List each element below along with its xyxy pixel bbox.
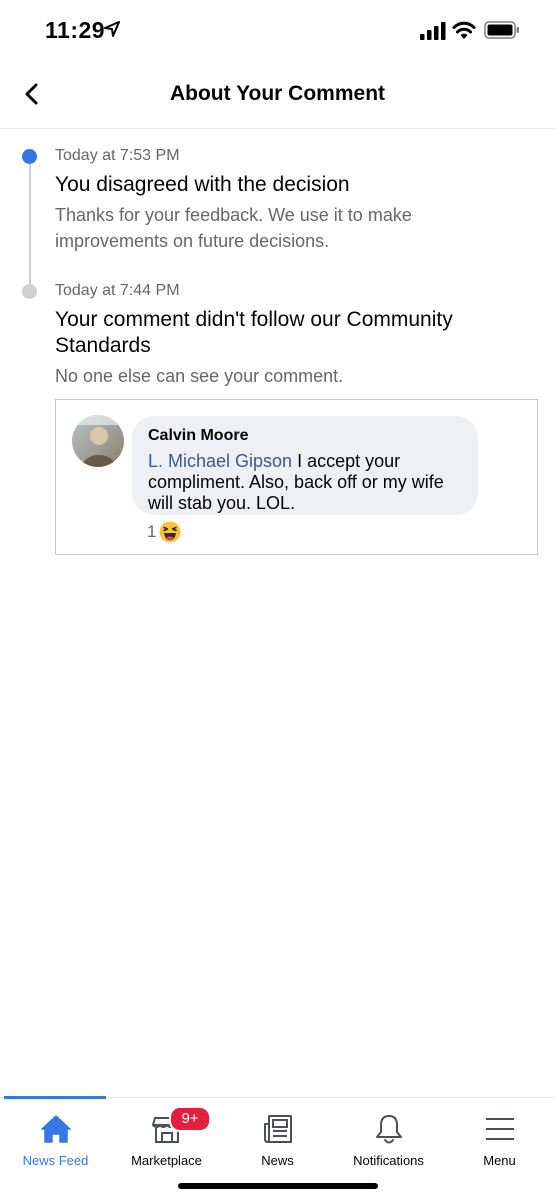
page-title: About Your Comment bbox=[169, 82, 386, 105]
status-time: 11:29 bbox=[45, 17, 106, 43]
home-indicator bbox=[178, 1183, 378, 1189]
comment-bubble: Calvin Moore L. Michael Gipson I accept … bbox=[132, 416, 478, 515]
comment-text: L. Michael Gipson I accept your complime… bbox=[148, 451, 468, 514]
timeline-entry-time: Today at 7:53 PM bbox=[55, 147, 180, 164]
tab-menu[interactable]: Menu bbox=[444, 1098, 555, 1178]
home-icon bbox=[40, 1115, 71, 1143]
comment-preview: Calvin Moore L. Michael Gipson I accept … bbox=[55, 399, 538, 555]
tab-label: News bbox=[261, 1153, 294, 1168]
timeline-dot-inactive bbox=[22, 284, 37, 299]
timeline-connector bbox=[29, 157, 31, 291]
comment-author[interactable]: Calvin Moore bbox=[148, 427, 248, 445]
timeline-entry-title: Your comment didn't follow our Community… bbox=[55, 308, 453, 357]
mention-link[interactable]: L. Michael Gipson bbox=[148, 451, 292, 471]
tab-label: Notifications bbox=[353, 1153, 424, 1168]
news-icon bbox=[263, 1115, 292, 1143]
hamburger-icon bbox=[485, 1118, 514, 1140]
tab-label: News Feed bbox=[22, 1153, 89, 1168]
notification-badge: 9+ bbox=[169, 1106, 211, 1132]
tab-marketplace[interactable]: 9+ Marketplace bbox=[111, 1098, 222, 1178]
tab-news-feed[interactable]: News Feed bbox=[0, 1098, 111, 1178]
tab-news[interactable]: News bbox=[222, 1098, 333, 1178]
timeline-entry-time: Today at 7:44 PM bbox=[55, 282, 180, 299]
tab-notifications[interactable]: Notifications bbox=[333, 1098, 444, 1178]
page-header: About Your Comment bbox=[0, 60, 555, 129]
reaction-count: 1 bbox=[147, 522, 157, 541]
tab-label: Marketplace bbox=[131, 1153, 202, 1168]
timeline-dot-active bbox=[22, 149, 37, 164]
reaction-summary[interactable]: 1 bbox=[147, 520, 181, 544]
wifi-icon bbox=[452, 21, 476, 39]
status-bar: 11:29 bbox=[0, 0, 555, 60]
battery-icon bbox=[484, 21, 519, 39]
avatar[interactable] bbox=[72, 415, 124, 467]
timeline-entry-description: No one else can see your comment. bbox=[55, 366, 344, 386]
bell-icon bbox=[375, 1115, 402, 1144]
timeline-entry-description: Thanks for your feedback. We use it to m… bbox=[55, 205, 412, 251]
tab-label: Menu bbox=[483, 1153, 516, 1168]
location-arrow-icon bbox=[104, 21, 120, 37]
cellular-signal-icon bbox=[420, 22, 446, 40]
haha-reaction-icon bbox=[159, 521, 181, 543]
timeline-entry-title: You disagreed with the decision bbox=[55, 173, 350, 196]
